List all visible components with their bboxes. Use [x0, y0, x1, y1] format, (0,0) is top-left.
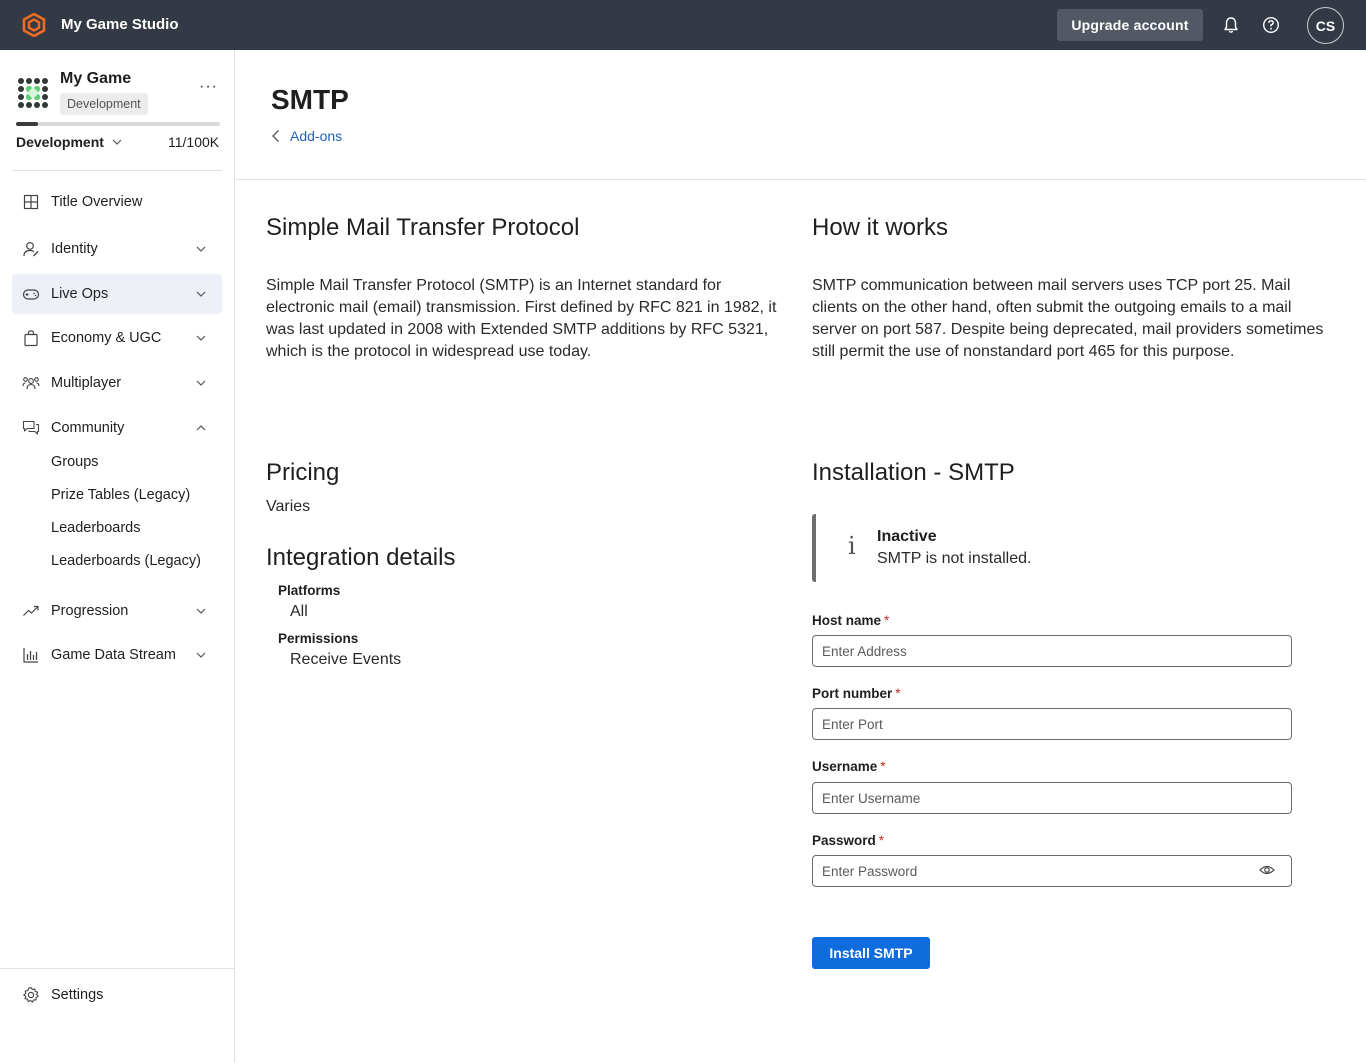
- studio-name[interactable]: My Game Studio: [61, 16, 179, 33]
- chevron-down-icon: [196, 246, 206, 252]
- chevron-down-icon: [196, 608, 206, 614]
- shopping-bag-icon: [24, 330, 38, 347]
- chevron-left-icon: [272, 130, 279, 142]
- required-marker: *: [895, 686, 901, 701]
- game-icon: [18, 78, 48, 108]
- required-marker: *: [878, 833, 885, 848]
- host-name-label: Host name *: [812, 613, 890, 628]
- eye-icon[interactable]: [1259, 863, 1275, 877]
- nav-sub-leaderboards-legacy[interactable]: Leaderboards (Legacy): [51, 553, 201, 569]
- divider: [12, 170, 222, 171]
- people-icon: [22, 377, 40, 390]
- pricing-heading: Pricing: [266, 459, 340, 486]
- password-input[interactable]: [812, 855, 1292, 887]
- nav-settings[interactable]: Settings: [12, 975, 222, 1015]
- password-label: Password *: [812, 833, 885, 848]
- permissions-label: Permissions: [278, 631, 359, 646]
- bar-chart-icon: [23, 648, 38, 663]
- top-bar: My Game Studio Upgrade account CS: [0, 0, 1366, 50]
- nav-live-ops[interactable]: Live Ops: [12, 274, 222, 314]
- more-options-button[interactable]: ···: [199, 78, 218, 96]
- page-title: SMTP: [271, 84, 349, 115]
- port-number-label: Port number *: [812, 686, 901, 701]
- nav-label: Progression: [51, 603, 129, 619]
- breadcrumb[interactable]: Add-ons: [271, 128, 342, 144]
- environment-select[interactable]: Development: [16, 134, 123, 150]
- nav-sub-leaderboards[interactable]: Leaderboards: [51, 520, 141, 536]
- status-message-bar: i Inactive SMTP is not installed.: [812, 514, 1292, 582]
- chevron-down-icon: [196, 652, 206, 658]
- info-icon: i: [848, 532, 856, 560]
- studio-logo-icon[interactable]: [22, 13, 46, 37]
- sidebar: My Game Development ··· Development 11/1…: [0, 50, 235, 1063]
- chevron-up-icon: [196, 425, 206, 431]
- status-title: Inactive: [877, 528, 937, 545]
- environment-badge: Development: [60, 93, 148, 115]
- bell-icon[interactable]: [1221, 15, 1241, 35]
- grid-icon: [23, 194, 39, 210]
- nav-sub-prize-tables-legacy[interactable]: Prize Tables (Legacy): [51, 487, 190, 503]
- nav-identity[interactable]: Identity: [12, 229, 222, 269]
- nav-label: Economy & UGC: [51, 330, 162, 346]
- chat-icon: [22, 420, 40, 435]
- nav-economy-ugc[interactable]: Economy & UGC: [12, 318, 222, 358]
- host-name-input[interactable]: [812, 635, 1292, 667]
- gamepad-icon: [22, 289, 40, 300]
- permissions-value: Receive Events: [290, 651, 402, 668]
- platforms-label: Platforms: [278, 583, 341, 598]
- user-avatar[interactable]: CS: [1307, 7, 1344, 44]
- nav-sub-groups[interactable]: Groups: [51, 454, 99, 470]
- nav-progression[interactable]: Progression: [12, 591, 222, 631]
- nav-label: Multiplayer: [51, 375, 122, 391]
- nav-label: Settings: [51, 987, 104, 1003]
- nav-game-data-stream[interactable]: Game Data Stream: [12, 635, 222, 675]
- pricing-value: Varies: [266, 498, 311, 515]
- usage-progress-bar: [16, 122, 220, 126]
- breadcrumb-addons-link[interactable]: Add-ons: [290, 128, 342, 144]
- environment-select-label: Development: [16, 134, 104, 150]
- nav-label: Live Ops: [51, 286, 109, 302]
- about-heading: Simple Mail Transfer Protocol: [266, 214, 580, 241]
- nav-label: Identity: [51, 241, 98, 257]
- install-smtp-button[interactable]: Install SMTP: [812, 937, 930, 969]
- usage-count: 11/100K: [168, 134, 220, 150]
- identity-icon: [23, 242, 39, 257]
- nav-label: Community: [51, 420, 125, 436]
- how-it-works-text: SMTP communication between mail servers …: [812, 277, 1324, 360]
- required-marker: *: [884, 613, 890, 628]
- nav-community[interactable]: Community: [12, 408, 222, 448]
- chevron-down-icon: [112, 139, 122, 145]
- trend-icon: [23, 605, 39, 616]
- nav-label: Game Data Stream: [51, 647, 176, 663]
- game-name[interactable]: My Game: [60, 70, 131, 88]
- status-message: SMTP is not installed.: [877, 550, 1032, 567]
- how-it-works-heading: How it works: [812, 214, 949, 241]
- integration-details-heading: Integration details: [266, 544, 456, 571]
- chevron-down-icon: [196, 380, 206, 386]
- usage-progress-fill: [16, 122, 39, 126]
- help-icon[interactable]: [1261, 15, 1281, 35]
- username-input[interactable]: [812, 782, 1292, 814]
- required-marker: *: [880, 759, 886, 774]
- username-label: Username *: [812, 759, 886, 774]
- platforms-value: All: [290, 603, 308, 620]
- nav-multiplayer[interactable]: Multiplayer: [12, 363, 222, 403]
- nav-label: Title Overview: [51, 194, 143, 210]
- about-text: Simple Mail Transfer Protocol (SMTP) is …: [266, 277, 777, 360]
- chevron-down-icon: [196, 335, 206, 341]
- chevron-down-icon: [196, 291, 206, 297]
- divider: [235, 179, 1366, 180]
- upgrade-account-button[interactable]: Upgrade account: [1057, 9, 1203, 41]
- port-number-input[interactable]: [812, 708, 1292, 740]
- nav-title-overview[interactable]: Title Overview: [12, 182, 222, 222]
- installation-heading: Installation - SMTP: [812, 459, 1015, 486]
- divider: [0, 968, 235, 969]
- gear-icon: [23, 986, 39, 1003]
